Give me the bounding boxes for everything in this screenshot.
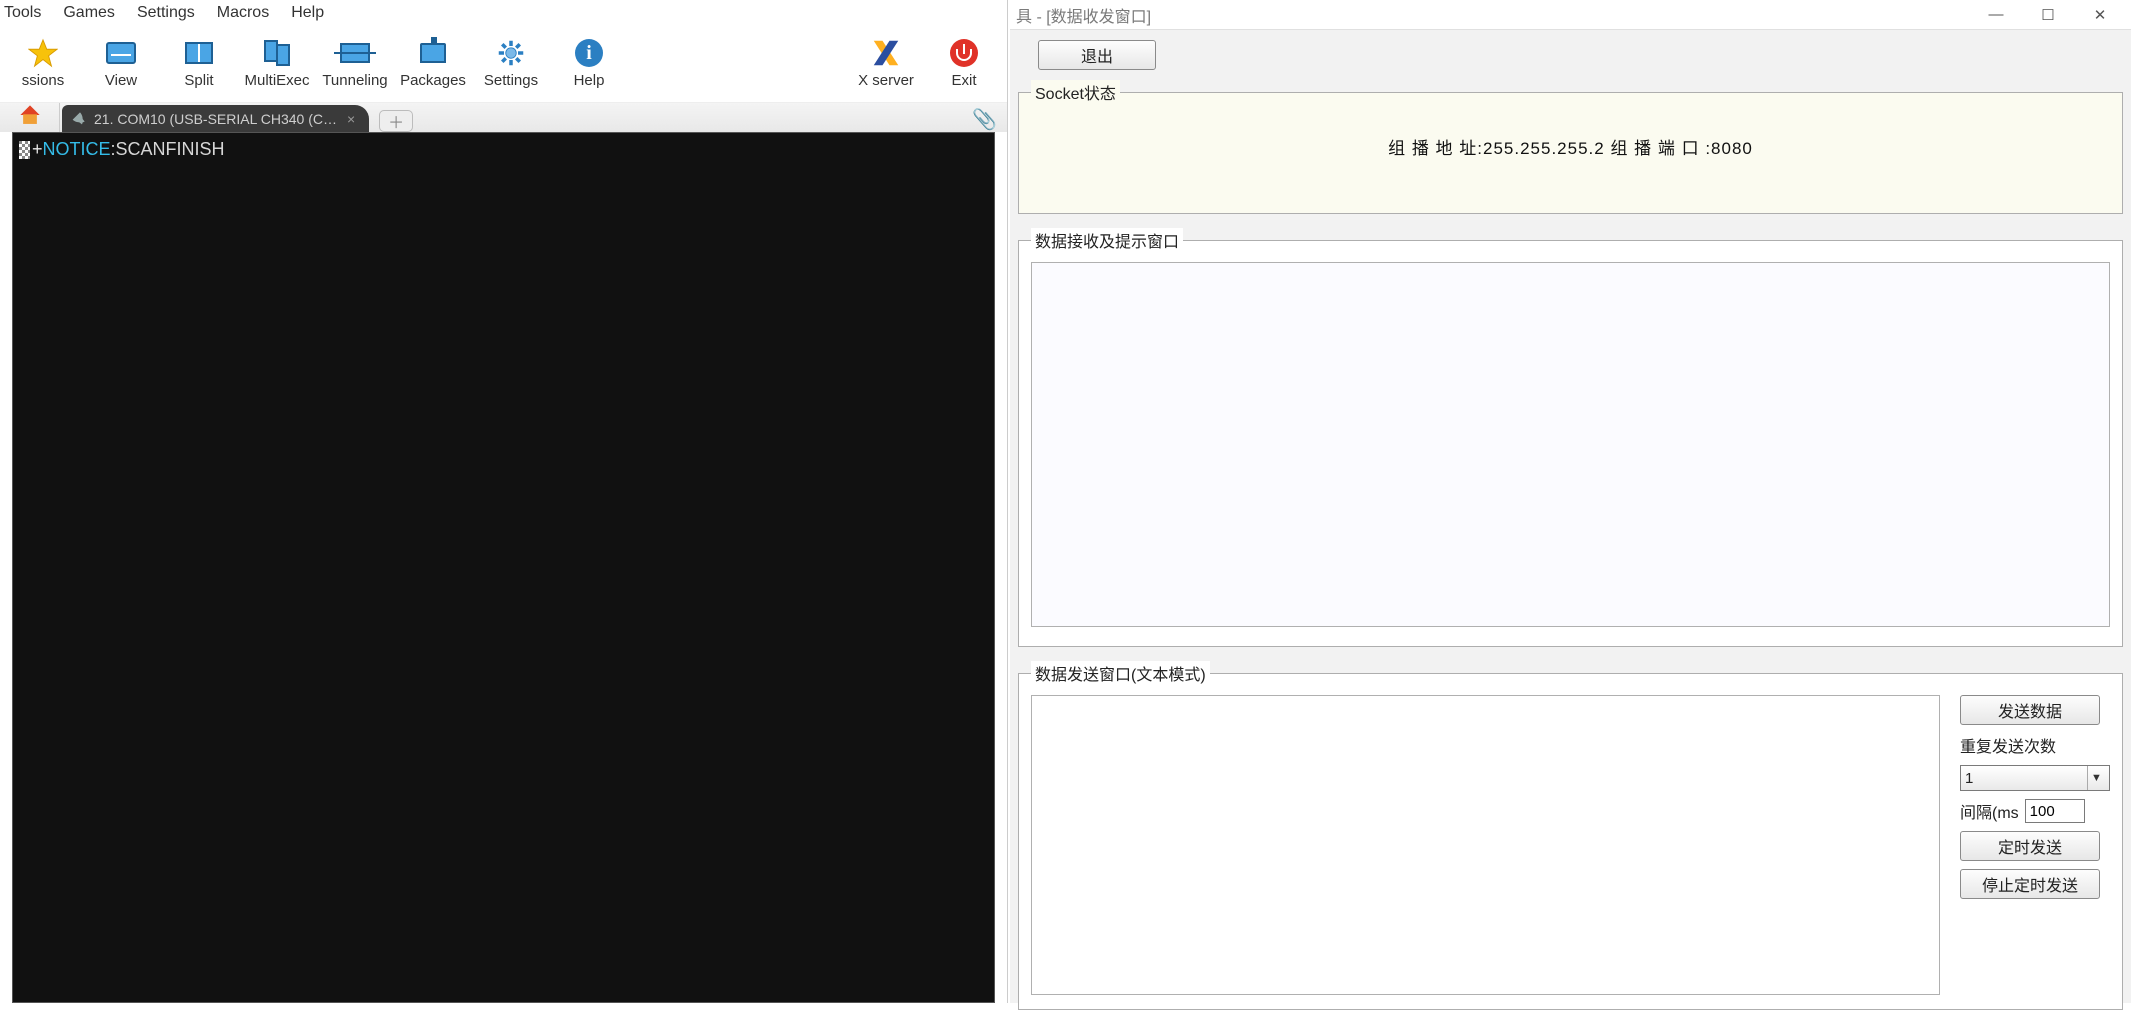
terminal-text: SCANFINISH xyxy=(116,139,225,159)
group-legend: Socket状态 xyxy=(1031,80,1120,104)
client-area: 退出 Socket状态 组 播 地 址:255.255.255.2 组 播 端 … xyxy=(1010,30,2131,1003)
window-titlebar: 具 - [数据收发窗口] — ☐ ✕ xyxy=(1010,0,2131,30)
toolbar-tunneling[interactable]: Tunneling xyxy=(316,29,394,99)
toolbar-label: Tunneling xyxy=(322,72,387,89)
left-app-window: Tools Games Settings Macros Help ssions … xyxy=(0,0,1008,1003)
home-tab[interactable] xyxy=(0,103,60,132)
gear-icon xyxy=(496,38,526,68)
toolbar-help[interactable]: i Help xyxy=(550,29,628,99)
toolbar-label: ssions xyxy=(22,72,65,89)
new-tab-button[interactable]: ＋ xyxy=(379,110,413,132)
toolbar-label: Help xyxy=(574,72,605,89)
repeat-count-combo[interactable]: 1 ▼ xyxy=(1960,765,2110,791)
socket-status-group: Socket状态 组 播 地 址:255.255.255.2 组 播 端 口 :… xyxy=(1018,80,2123,214)
menu-macros[interactable]: Macros xyxy=(217,4,269,22)
right-app-window: 具 - [数据收发窗口] — ☐ ✕ 退出 Socket状态 组 播 地 址:2… xyxy=(1010,0,2131,1003)
minimize-button[interactable]: — xyxy=(1971,1,2021,29)
tab-close-icon[interactable]: × xyxy=(347,111,355,127)
x-server-icon xyxy=(871,38,901,68)
repeat-label: 重复发送次数 xyxy=(1960,733,2110,757)
timed-send-button[interactable]: 定时发送 xyxy=(1960,831,2100,861)
tunnel-icon xyxy=(340,43,370,63)
repeat-value: 1 xyxy=(1965,770,1973,787)
send-button[interactable]: 发送数据 xyxy=(1960,695,2100,725)
terminal-text: + xyxy=(32,139,43,159)
menu-tools[interactable]: Tools xyxy=(4,4,41,22)
monitor-icon xyxy=(106,42,136,64)
send-group: 数据发送窗口(文本模式) 发送数据 重复发送次数 1 ▼ 间隔(ms 定时发送 … xyxy=(1018,661,2123,1010)
toolbar-label: X server xyxy=(858,72,914,89)
tab-title: 21. COM10 (USB-SERIAL CH340 (C… xyxy=(94,111,337,127)
receive-group: 数据接收及提示窗口 xyxy=(1018,228,2123,647)
toolbar-settings[interactable]: Settings xyxy=(472,29,550,99)
paperclip-icon[interactable]: 📎 xyxy=(972,107,997,132)
power-icon xyxy=(950,39,978,67)
menu-games[interactable]: Games xyxy=(63,4,115,22)
send-textarea[interactable] xyxy=(1031,695,1940,995)
menu-help[interactable]: Help xyxy=(291,4,324,22)
toolbar-label: Split xyxy=(184,72,213,89)
tab-strip: 21. COM10 (USB-SERIAL CH340 (C… × ＋ 📎 xyxy=(0,103,1007,132)
help-icon: i xyxy=(575,39,603,67)
toolbar: ssions View Split MultiExec Tunneling Pa… xyxy=(0,25,1007,103)
menubar: Tools Games Settings Macros Help xyxy=(0,0,1007,25)
window-controls: — ☐ ✕ xyxy=(1971,1,2125,29)
toolbar-view[interactable]: View xyxy=(82,29,160,99)
serial-icon xyxy=(72,111,88,127)
cursor-icon xyxy=(19,141,30,159)
window-title: 具 - [数据收发窗口] xyxy=(1016,3,1151,27)
interval-input[interactable] xyxy=(2025,799,2085,823)
top-button-row: 退出 xyxy=(1038,40,2123,70)
toolbar-label: Settings xyxy=(484,72,538,89)
status-text: 组 播 地 址:255.255.255.2 组 播 端 口 :8080 xyxy=(1031,114,2110,199)
maximize-button[interactable]: ☐ xyxy=(2023,1,2073,29)
group-legend: 数据发送窗口(文本模式) xyxy=(1031,661,1210,685)
toolbar-sessions[interactable]: ssions xyxy=(4,29,82,99)
toolbar-label: View xyxy=(105,72,137,89)
receive-textarea[interactable] xyxy=(1031,262,2110,627)
toolbar-xserver[interactable]: X server xyxy=(847,29,925,99)
toolbar-packages[interactable]: Packages xyxy=(394,29,472,99)
toolbar-label: MultiExec xyxy=(244,72,309,89)
exit-button[interactable]: 退出 xyxy=(1038,40,1156,70)
package-icon xyxy=(420,43,446,63)
tab-com10[interactable]: 21. COM10 (USB-SERIAL CH340 (C… × xyxy=(62,105,369,132)
star-icon xyxy=(28,38,58,68)
split-icon xyxy=(185,42,213,64)
send-controls: 发送数据 重复发送次数 1 ▼ 间隔(ms 定时发送 停止定时发送 xyxy=(1960,695,2110,995)
multiexec-icon xyxy=(264,40,290,66)
terminal-keyword: NOTICE xyxy=(43,139,111,159)
toolbar-multiexec[interactable]: MultiExec xyxy=(238,29,316,99)
toolbar-label: Exit xyxy=(951,72,976,89)
group-legend: 数据接收及提示窗口 xyxy=(1031,228,1183,252)
toolbar-exit[interactable]: Exit xyxy=(925,29,1003,99)
stop-timed-send-button[interactable]: 停止定时发送 xyxy=(1960,869,2100,899)
home-icon xyxy=(19,104,41,131)
menu-settings[interactable]: Settings xyxy=(137,4,195,22)
close-button[interactable]: ✕ xyxy=(2075,1,2125,29)
toolbar-label: Packages xyxy=(400,72,466,89)
terminal[interactable]: +NOTICE:SCANFINISH xyxy=(12,132,995,1003)
chevron-down-icon: ▼ xyxy=(2087,766,2105,790)
toolbar-split[interactable]: Split xyxy=(160,29,238,99)
interval-label: 间隔(ms xyxy=(1960,799,2019,823)
